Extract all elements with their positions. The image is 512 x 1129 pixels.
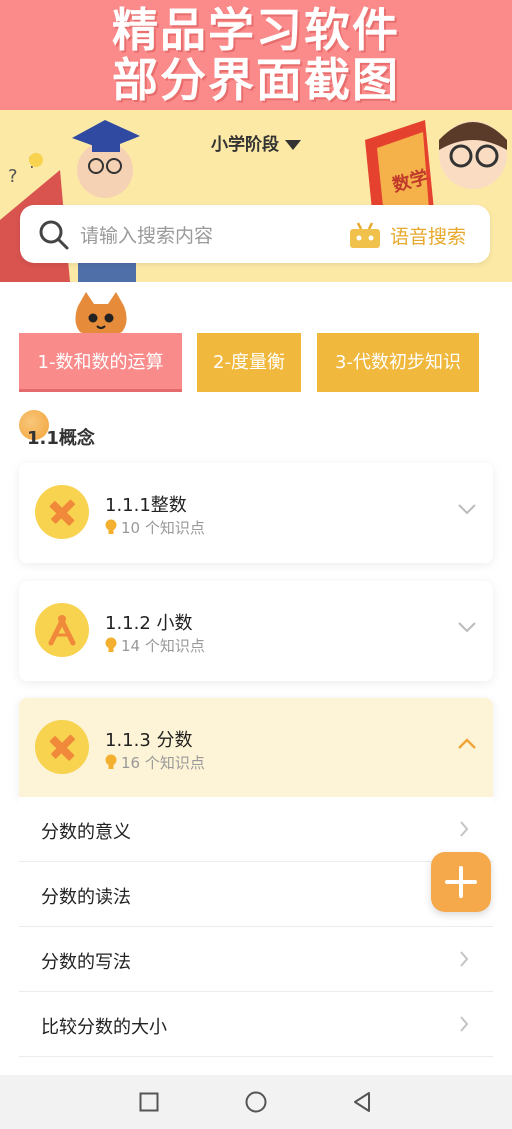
search-bar[interactable]: 请输入搜索内容 语音搜索 xyxy=(20,205,490,263)
subtopic-list: 分数的意义 分数的读法 分数的写法 比较分数的大小 xyxy=(19,797,493,1057)
list-item[interactable]: 分数的读法 xyxy=(19,862,493,927)
bulb-icon xyxy=(105,519,117,534)
topic-title: 1.1.2 小数 xyxy=(105,613,193,634)
topic-count: 10 个知识点 xyxy=(105,517,205,538)
tab-label: 2-度量衡 xyxy=(213,352,285,373)
list-item[interactable]: 分数的意义 xyxy=(19,797,493,862)
tab-label: 1-数和数的运算 xyxy=(37,352,164,373)
promo-line-2: 部分界面截图 xyxy=(112,53,400,107)
topic-count-text: 16 个知识点 xyxy=(121,754,205,772)
cat-mascot-icon xyxy=(75,292,127,337)
topic-title: 1.1.3 分数 xyxy=(105,730,193,751)
promo-line-1: 精品学习软件 xyxy=(112,3,400,57)
bulb-icon xyxy=(105,637,117,652)
topic-count-text: 10 个知识点 xyxy=(121,519,205,537)
category-tabs: 1-数和数的运算 2-度量衡 3-代数初步知识 xyxy=(0,282,512,412)
dropdown-triangle-icon xyxy=(285,140,301,150)
pencil-ruler-icon xyxy=(35,720,89,774)
home-button[interactable] xyxy=(245,1091,267,1113)
bulb-icon xyxy=(105,754,117,769)
chevron-right-icon xyxy=(460,1016,469,1032)
topic-card-integers[interactable]: 1.1.1整数 10 个知识点 xyxy=(19,463,493,563)
list-item-label: 分数的意义 xyxy=(41,822,131,843)
list-item[interactable]: 比较分数的大小 xyxy=(19,992,493,1057)
chevron-down-icon xyxy=(458,504,476,515)
list-item-label: 分数的写法 xyxy=(41,952,131,973)
chevron-down-icon xyxy=(458,622,476,633)
add-button[interactable] xyxy=(431,852,491,912)
list-item[interactable]: 分数的写法 xyxy=(19,927,493,992)
tab-measurement[interactable]: 2-度量衡 xyxy=(197,333,301,392)
tab-algebra-basics[interactable]: 3-代数初步知识 xyxy=(317,333,479,392)
app-screen: 精品学习软件 部分界面截图 ? ? 数学 小学阶段 xyxy=(0,0,512,1129)
topic-card-decimals[interactable]: 1.1.2 小数 14 个知识点 xyxy=(19,581,493,681)
chevron-right-icon xyxy=(460,821,469,837)
tab-label: 3-代数初步知识 xyxy=(335,352,461,373)
stage-label: 小学阶段 xyxy=(211,135,279,155)
topic-card-fractions[interactable]: 1.1.3 分数 16 个知识点 xyxy=(19,698,493,798)
promo-banner: 精品学习软件 部分界面截图 xyxy=(0,0,512,110)
recents-button[interactable] xyxy=(139,1092,159,1112)
chevron-right-icon xyxy=(460,951,469,967)
chevron-up-icon xyxy=(458,738,476,749)
list-item-label: 分数的读法 xyxy=(41,887,131,908)
tab-number-operations[interactable]: 1-数和数的运算 xyxy=(19,333,182,392)
topic-count: 14 个知识点 xyxy=(105,635,205,656)
plus-icon xyxy=(445,866,477,898)
search-icon xyxy=(39,220,69,250)
system-nav-bar xyxy=(0,1075,512,1129)
topic-count: 16 个知识点 xyxy=(105,752,205,773)
stage-selector[interactable]: 小学阶段 xyxy=(0,130,512,155)
pencil-ruler-icon xyxy=(35,485,89,539)
hero-header: ? ? 数学 小学阶段 请输入搜索内容 xyxy=(0,110,512,282)
section-title: 1.1概念 xyxy=(27,428,95,449)
voice-search-label: 语音搜索 xyxy=(390,226,467,248)
list-item-label: 比较分数的大小 xyxy=(41,1017,167,1038)
topic-title: 1.1.1整数 xyxy=(105,495,187,516)
robot-icon xyxy=(350,222,380,248)
back-button[interactable] xyxy=(352,1091,372,1113)
compass-icon xyxy=(35,603,89,657)
topic-count-text: 14 个知识点 xyxy=(121,637,205,655)
svg-text:?: ? xyxy=(8,166,18,187)
search-placeholder[interactable]: 请输入搜索内容 xyxy=(80,221,213,248)
